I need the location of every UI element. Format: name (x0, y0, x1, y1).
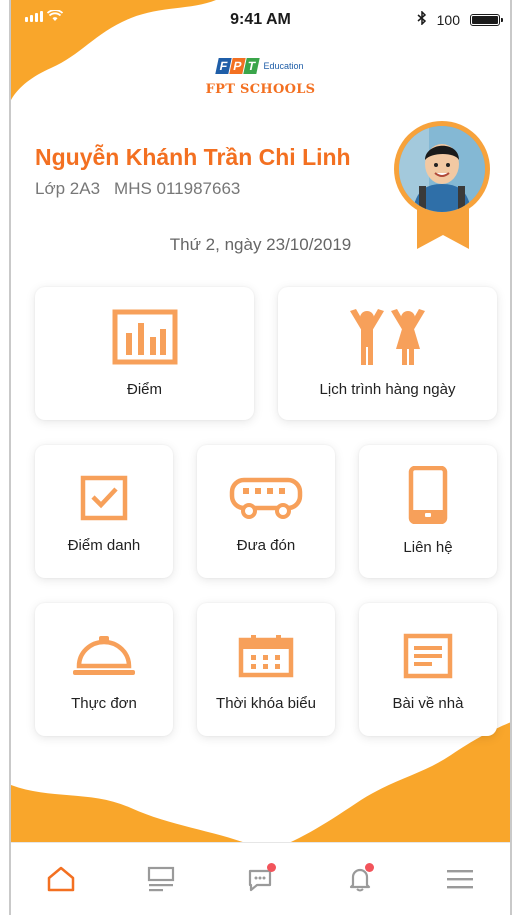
pickup-label: Đưa đón (236, 537, 296, 554)
bluetooth-icon (417, 10, 427, 28)
timetable-label: Thời khóa biểu (216, 695, 316, 712)
student-id: MHS 011987663 (114, 179, 241, 198)
homework-card[interactable]: Bài về nhà (359, 603, 497, 736)
bottom-left-blob (11, 785, 251, 850)
bottom-right-blob (271, 722, 510, 850)
student-class: Lớp 2A3 (35, 179, 101, 198)
nav-menu[interactable] (440, 859, 480, 899)
phone-icon (408, 466, 448, 524)
nav-chat[interactable] (240, 859, 280, 899)
calendar-icon (238, 633, 294, 679)
checkbox-icon (80, 475, 128, 521)
homework-label: Bài về nhà (392, 695, 464, 712)
pickup-card[interactable]: Đưa đón (197, 445, 335, 578)
avatar-badge[interactable] (394, 121, 494, 249)
bus-icon (229, 475, 303, 521)
nav-notifications[interactable] (340, 859, 380, 899)
student-name: Nguyễn Khánh Trần Chi Linh (35, 144, 351, 170)
fpt-logo: F P T (215, 58, 261, 74)
student-meta: Lớp 2A3 MHS 011987663 (35, 179, 351, 199)
avatar-ring (394, 121, 490, 217)
contact-card[interactable]: Liên hệ (359, 445, 497, 578)
student-profile: Nguyễn Khánh Trần Chi Linh Lớp 2A3 MHS 01… (35, 144, 351, 199)
meal-card[interactable]: Thực đơn (35, 603, 173, 736)
brand-schools: FPT SCHOOLS (205, 82, 316, 97)
status-bar: 9:41 AM 100 (11, 0, 510, 40)
schedule-card[interactable]: Lịch trình hàng ngày (278, 287, 497, 420)
cloche-icon (71, 633, 137, 679)
battery-percent: 100 (436, 11, 460, 28)
nav-home[interactable] (41, 859, 81, 899)
grades-card[interactable]: Điểm (35, 287, 254, 420)
avatar (399, 126, 485, 212)
fpt-letter-t: T (243, 58, 261, 74)
status-right: 100 (417, 10, 503, 28)
home-icon (47, 866, 75, 892)
nav-news[interactable] (141, 859, 181, 899)
brand-sub: Education (263, 61, 304, 71)
grades-label: Điểm (126, 381, 162, 398)
attendance-label: Điểm danh (67, 537, 141, 554)
menu-icon (447, 870, 474, 889)
news-icon (147, 866, 174, 892)
timetable-card[interactable]: Thời khóa biểu (197, 603, 335, 736)
meal-label: Thực đơn (71, 695, 137, 712)
app-screen: 9:41 AM 100 F P T Education FPT SCHOOLS … (9, 0, 512, 915)
schedule-label: Lịch trình hàng ngày (319, 381, 456, 398)
bottom-nav (11, 842, 510, 915)
attendance-card[interactable]: Điểm danh (35, 445, 173, 578)
document-icon (403, 633, 453, 679)
children-icon (348, 309, 428, 365)
battery-icon (470, 13, 503, 26)
bar-chart-icon (112, 309, 178, 365)
current-date: Thứ 2, ngày 23/10/2019 (169, 235, 352, 254)
contact-label: Liên hệ (403, 539, 453, 556)
brand-logo: F P T Education FPT SCHOOLS (11, 58, 510, 97)
